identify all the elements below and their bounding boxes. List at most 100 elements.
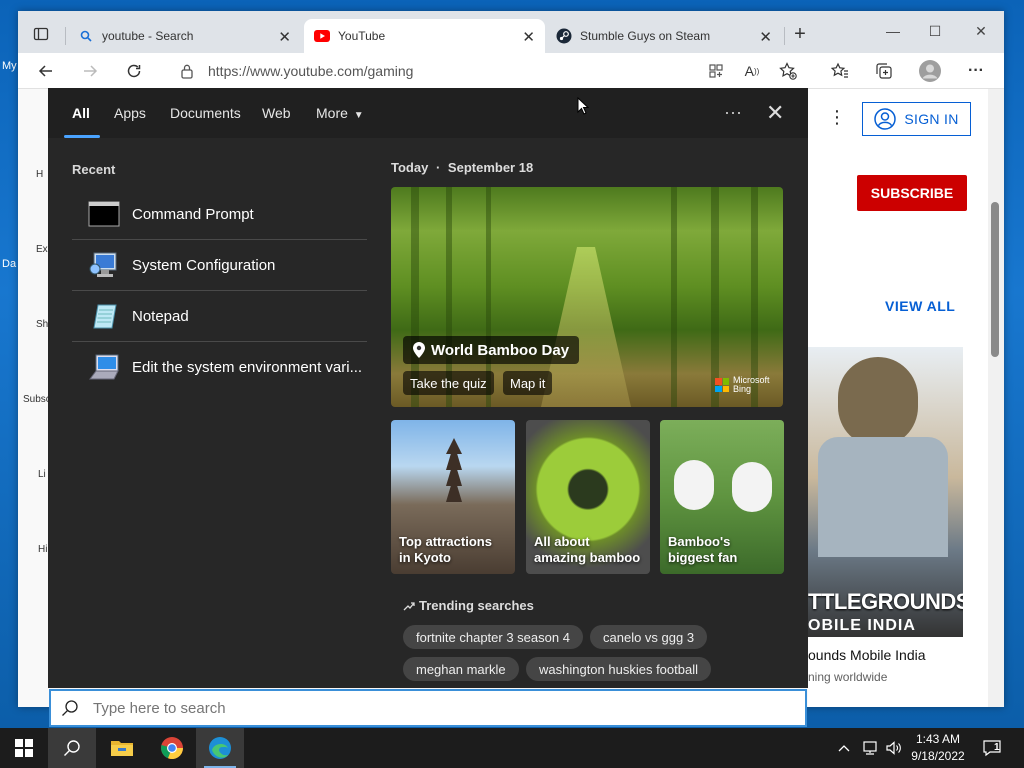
separator-dot: · <box>435 160 441 175</box>
taskbar-chrome[interactable] <box>148 728 196 768</box>
active-tab-indicator <box>64 135 100 138</box>
recent-item-label: Notepad <box>132 307 189 325</box>
windows-logo-icon <box>15 739 33 757</box>
leftnav-item-explore[interactable]: Ex <box>36 244 48 255</box>
windows-search-panel: All Apps Documents Web More ▼ ··· ✕ Rece… <box>48 88 808 688</box>
hero-title-chip[interactable]: World Bamboo Day <box>403 336 580 364</box>
location-pin-icon <box>413 342 425 358</box>
new-tab-icon[interactable]: + <box>788 23 812 46</box>
edge-icon <box>209 737 231 759</box>
notification-center-icon[interactable]: 1 <box>982 728 1008 768</box>
favorites-icon[interactable] <box>828 59 852 83</box>
back-icon[interactable] <box>34 59 58 83</box>
tab-more[interactable]: More ▼ <box>316 105 364 121</box>
card-label: Top attractions in Kyoto <box>399 534 492 565</box>
scrollbar-thumb[interactable] <box>991 202 999 357</box>
take-the-quiz-button[interactable]: Take the quiz <box>403 371 494 395</box>
tab-documents[interactable]: Documents <box>170 105 241 121</box>
trending-chip[interactable]: washington huskies football <box>526 657 711 681</box>
hero-card-world-bamboo-day[interactable]: World Bamboo Day Take the quiz Map it Mi… <box>391 187 783 407</box>
start-button[interactable] <box>0 728 48 768</box>
game-subtitle: ning worldwide <box>808 670 888 684</box>
tab-apps[interactable]: Apps <box>114 105 146 121</box>
recent-item-label: System Configuration <box>132 256 276 274</box>
card-panda[interactable]: Bamboo's biggest fan <box>660 420 784 574</box>
trending-chip[interactable]: fortnite chapter 3 season 4 <box>403 625 583 649</box>
volume-shape <box>886 741 901 755</box>
search-icon <box>61 699 79 717</box>
steam-icon <box>556 28 572 44</box>
tab-bar: youtube - Search ✕ YouTube ✕ Stumble Guy… <box>18 11 1004 53</box>
tab-actions-icon[interactable] <box>24 22 58 46</box>
collections-icon[interactable] <box>872 59 896 83</box>
browser-toolbar: https://www.youtube.com/gaming A)) ··· <box>18 53 1004 89</box>
card-label: All about amazing bamboo <box>534 534 641 565</box>
map-it-button[interactable]: Map it <box>503 371 553 395</box>
network-icon[interactable] <box>862 728 880 768</box>
add-favorite-icon[interactable] <box>776 59 800 83</box>
search-input[interactable] <box>93 699 693 717</box>
desktop-icon-label[interactable]: Da <box>2 258 16 270</box>
microsoft-logo-icon <box>715 378 729 392</box>
tab-web[interactable]: Web <box>262 105 291 121</box>
lock-icon[interactable] <box>180 63 194 84</box>
app-available-icon[interactable] <box>704 59 728 83</box>
page-scrollbar[interactable] <box>988 89 1004 707</box>
card-kyoto[interactable]: Top attractions in Kyoto <box>391 420 515 574</box>
folder-icon <box>111 741 133 756</box>
recent-item-command-prompt[interactable]: Command Prompt <box>72 189 367 239</box>
search-scope-tabs: All Apps Documents Web More ▼ ··· ✕ <box>48 88 808 138</box>
taskbar-edge[interactable] <box>196 728 244 768</box>
sign-in-button[interactable]: SIGN IN <box>862 102 971 136</box>
panda-art <box>732 462 772 512</box>
maximize-icon[interactable]: ☐ <box>918 19 952 43</box>
url-text[interactable]: https://www.youtube.com/gaming <box>208 63 413 79</box>
view-all-link[interactable]: VIEW ALL <box>885 298 955 314</box>
taskbar-file-explorer[interactable] <box>98 728 146 768</box>
leftnav-item-subscriptions[interactable]: Subsc <box>23 394 51 405</box>
minimize-icon[interactable]: — <box>876 19 910 43</box>
tab-youtube[interactable]: YouTube ✕ <box>304 19 545 53</box>
tab-stumble-guys-steam[interactable]: Stumble Guys on Steam ✕ <box>546 19 782 53</box>
read-aloud-icon[interactable]: A)) <box>740 59 764 83</box>
tab-all[interactable]: All <box>72 105 90 121</box>
recent-heading: Recent <box>72 162 116 177</box>
card-bamboo[interactable]: All about amazing bamboo <box>526 420 650 574</box>
trending-chip[interactable]: canelo vs ggg 3 <box>590 625 708 649</box>
leftnav-item-library[interactable]: Li <box>38 469 46 480</box>
recent-item-system-configuration[interactable]: System Configuration <box>72 240 367 290</box>
close-tab-icon[interactable]: ✕ <box>278 28 291 46</box>
leftnav-item-home[interactable]: H <box>36 169 43 180</box>
game-title[interactable]: ounds Mobile India <box>808 647 926 663</box>
more-options-icon[interactable]: ··· <box>724 102 742 123</box>
leftnav-item-history[interactable]: Hi <box>38 544 47 555</box>
command-prompt-icon <box>88 201 120 227</box>
today-heading: Today · September 18 <box>391 160 533 175</box>
close-icon[interactable]: ✕ <box>766 100 784 126</box>
close-tab-icon[interactable]: ✕ <box>759 28 772 46</box>
taskbar-search-box[interactable] <box>49 689 807 727</box>
desktop-icon-label[interactable]: My <box>2 60 17 72</box>
refresh-icon[interactable] <box>122 59 146 83</box>
forward-icon[interactable] <box>78 59 102 83</box>
recent-item-notepad[interactable]: Notepad <box>72 291 367 341</box>
profile-avatar-icon[interactable] <box>918 59 942 83</box>
today-date: September 18 <box>447 160 534 175</box>
taskbar-search-button[interactable] <box>48 728 96 768</box>
address-bar[interactable]: https://www.youtube.com/gaming <box>168 56 828 86</box>
close-tab-icon[interactable]: ✕ <box>522 28 535 46</box>
tab-youtube-search[interactable]: youtube - Search ✕ <box>68 19 301 53</box>
subscribe-button[interactable]: SUBSCRIBE <box>857 175 967 211</box>
close-window-icon[interactable]: ✕ <box>964 19 998 43</box>
volume-icon[interactable] <box>886 728 902 768</box>
clock-date: 9/18/2022 <box>911 749 965 763</box>
recent-item-system-environment[interactable]: Edit the system environment vari... <box>72 342 367 392</box>
more-options-icon[interactable]: ⋮ <box>828 107 846 128</box>
leftnav-item-shorts[interactable]: Sh <box>36 319 48 330</box>
settings-more-icon[interactable]: ··· <box>964 59 988 83</box>
game-thumbnail[interactable]: TTLEGROUNDS OBILE INDIA <box>808 347 963 637</box>
trending-chip[interactable]: meghan markle <box>403 657 519 681</box>
chrome-icon <box>161 737 184 760</box>
taskbar-clock[interactable]: 1:43 AM 9/18/2022 <box>904 731 972 765</box>
show-hidden-icons[interactable] <box>838 728 850 768</box>
